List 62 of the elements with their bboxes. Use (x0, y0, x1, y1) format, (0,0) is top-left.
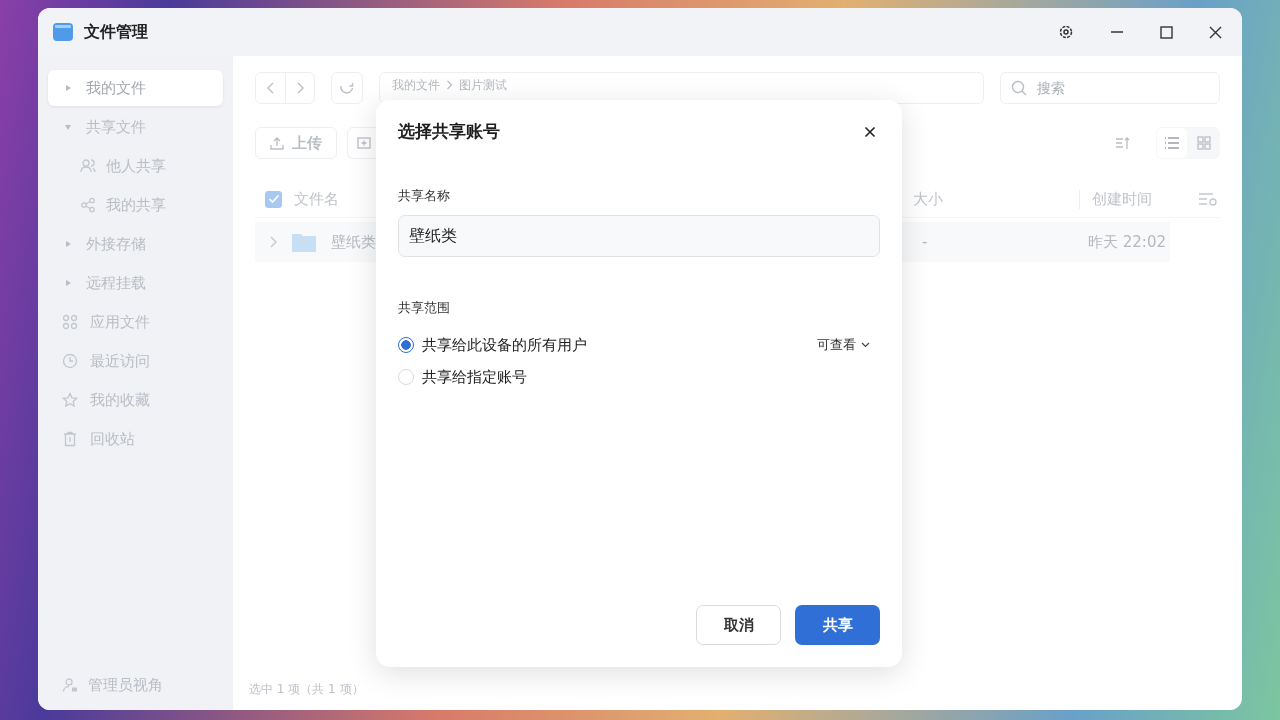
chevron-down-icon (861, 342, 870, 348)
people-icon (80, 158, 96, 174)
checkmark-icon (267, 194, 280, 204)
option-label[interactable]: 共享给此设备的所有用户 (422, 335, 587, 355)
sidebar-item[interactable]: 我的收藏 (48, 382, 223, 418)
field-label: 共享名称 (398, 187, 450, 205)
close-icon[interactable] (1209, 25, 1222, 39)
sidebar-item[interactable]: 应用文件 (48, 304, 223, 340)
settings-icon[interactable] (1058, 24, 1074, 40)
cancel-button[interactable]: 取消 (696, 605, 781, 645)
sidebar-item[interactable]: 我的文件 (48, 70, 223, 106)
file-name: 壁纸类 (331, 232, 376, 252)
file-size: - (922, 233, 928, 251)
field-label: 共享范围 (398, 299, 450, 317)
sort-icon (1115, 136, 1131, 150)
share-name-field[interactable]: 壁纸类 (398, 215, 880, 257)
list-icon (1164, 136, 1180, 150)
select-all-checkbox[interactable] (265, 190, 282, 208)
trash-icon (62, 431, 78, 447)
folder-icon (291, 231, 317, 253)
refresh-button[interactable] (331, 72, 363, 104)
refresh-icon (339, 80, 355, 96)
chevron-right-icon (296, 82, 304, 94)
breadcrumb-item[interactable]: 图片测试 (459, 77, 507, 94)
sidebar-item[interactable]: 他人共享 (48, 148, 223, 184)
option-label[interactable]: 共享给指定账号 (422, 367, 527, 387)
apps-icon (62, 314, 78, 330)
column-header[interactable]: 文件名 (294, 189, 339, 209)
column-header[interactable]: 创建时间 (1092, 189, 1152, 208)
user-icon (62, 677, 78, 693)
caret-icon[interactable] (64, 279, 72, 287)
column-header[interactable]: 大小 (913, 189, 943, 208)
upload-icon (270, 136, 284, 150)
radio-button[interactable] (398, 337, 414, 353)
share-button[interactable]: 共享 (795, 605, 880, 645)
sidebar-item[interactable]: 共享文件 (48, 109, 223, 145)
caret-icon[interactable] (64, 240, 72, 248)
window-title: 文件管理 (84, 21, 148, 43)
caret-icon[interactable] (64, 123, 72, 131)
grid-icon (1197, 136, 1211, 150)
add-box-icon (357, 136, 371, 150)
file-date: 昨天 22:02 (1088, 232, 1166, 251)
caret-icon[interactable] (64, 84, 72, 92)
upload-button[interactable]: 上传 (255, 127, 337, 159)
expand-icon[interactable] (269, 236, 277, 248)
clock-icon (62, 353, 78, 369)
share-icon (80, 197, 96, 213)
permission-dropdown[interactable]: 可查看 (817, 336, 880, 354)
list-view-button[interactable] (1157, 128, 1187, 158)
column-settings-icon[interactable] (1198, 191, 1218, 207)
folder-app-icon (52, 21, 74, 43)
sidebar-item[interactable]: 回收站 (48, 421, 223, 457)
search-field[interactable]: 搜索 (1000, 72, 1220, 104)
dialog-title: 选择共享账号 (398, 120, 500, 143)
close-icon[interactable] (864, 125, 876, 138)
chevron-left-icon (266, 82, 275, 94)
maximize-icon[interactable] (1160, 25, 1173, 39)
status-text: 选中 1 项（共 1 项） (249, 680, 365, 698)
breadcrumb-item[interactable]: 我的文件 (392, 77, 440, 94)
star-icon (62, 392, 78, 408)
sidebar-item[interactable]: 我的共享 (48, 187, 223, 223)
chevron-right-icon (446, 80, 453, 90)
